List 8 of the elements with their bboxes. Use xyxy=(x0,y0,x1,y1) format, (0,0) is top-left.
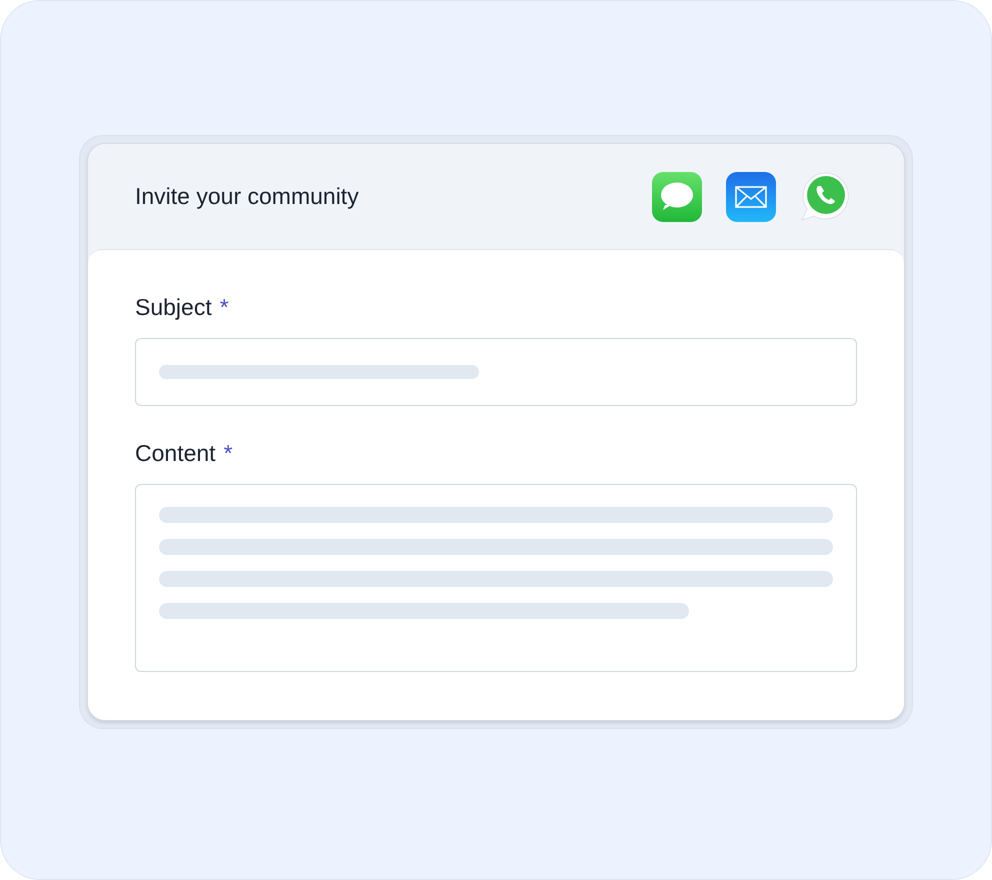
phone-bubble-icon[interactable] xyxy=(800,170,852,222)
chat-bubble-icon[interactable] xyxy=(652,172,702,222)
envelope-icon[interactable] xyxy=(726,172,776,222)
field-label: Subject * xyxy=(135,294,230,321)
field-label: Content * xyxy=(135,440,234,467)
input-field[interactable] xyxy=(135,338,857,406)
textarea-field[interactable] xyxy=(135,484,857,672)
card-title: Invite your community xyxy=(135,183,359,210)
